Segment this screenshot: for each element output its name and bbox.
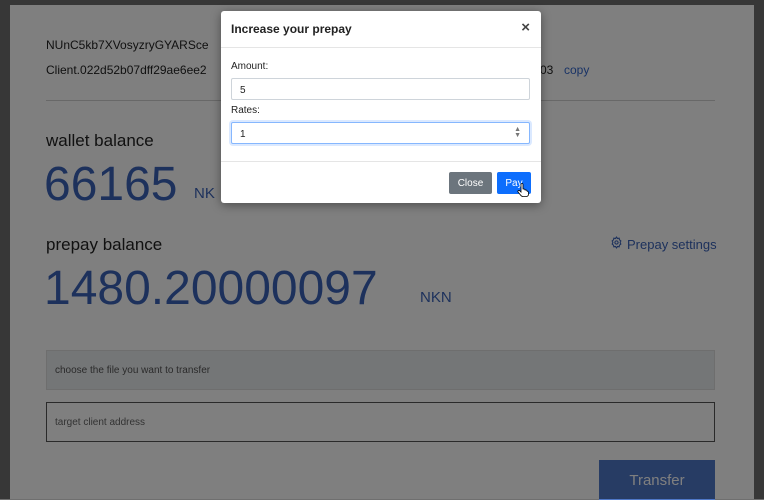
close-button[interactable]: Close [449, 172, 492, 194]
modal-header: Increase your prepay × [221, 11, 541, 48]
modal-title: Increase your prepay [231, 22, 352, 36]
hand-pointer-icon [517, 183, 529, 202]
modal-footer-divider [221, 161, 541, 162]
close-icon[interactable]: × [521, 20, 530, 35]
spinner-arrows-icon[interactable]: ▲ ▼ [514, 126, 521, 139]
rates-value: 1 [240, 129, 246, 140]
amount-label: Amount: [231, 61, 269, 72]
amount-input[interactable]: 5 [231, 78, 530, 100]
rates-label: Rates: [231, 105, 260, 116]
increase-prepay-modal: Increase your prepay × Amount: 5 Rates: … [221, 11, 541, 203]
amount-value: 5 [240, 85, 246, 96]
rates-input[interactable]: 1 ▲ ▼ [231, 122, 530, 144]
